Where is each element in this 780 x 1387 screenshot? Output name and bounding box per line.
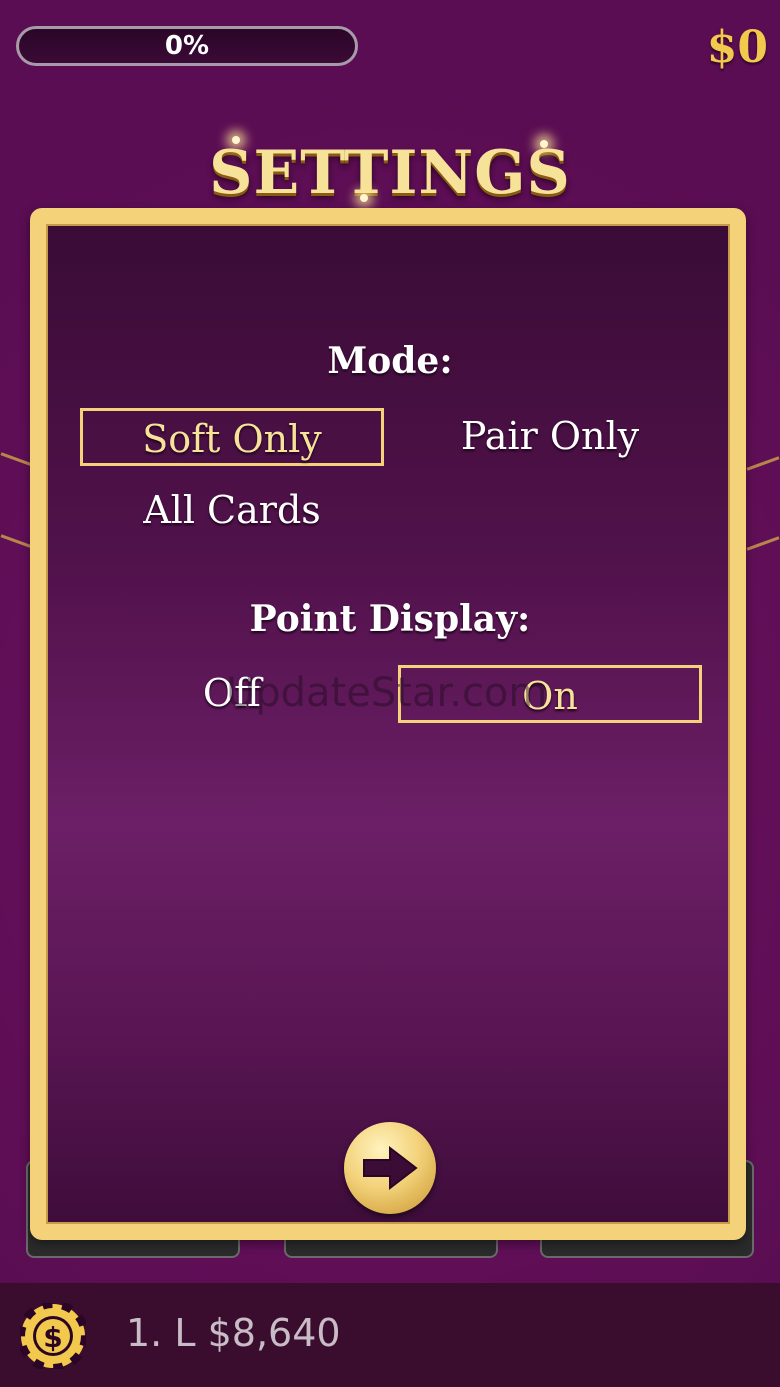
dollar-chip-icon: $ <box>20 1303 86 1369</box>
right-arrow-icon <box>363 1145 418 1191</box>
watermark-text: UpdateStar.com <box>226 670 548 716</box>
money-display: $0 <box>706 22 768 73</box>
settings-title: SETTINGS <box>209 138 571 208</box>
footer-bar: $ 1. L $8,640 <box>0 1283 780 1387</box>
sparkle-icon <box>540 140 548 148</box>
svg-text:$: $ <box>43 1321 62 1354</box>
point-display-heading: Point Display: <box>249 598 531 640</box>
next-button[interactable] <box>344 1122 436 1214</box>
mode-option-pair-only[interactable]: Pair Only <box>398 408 702 466</box>
sparkle-icon <box>360 194 368 202</box>
mode-option-all-cards[interactable]: All Cards <box>80 482 384 540</box>
mode-option-soft-only[interactable]: Soft Only <box>80 408 384 466</box>
leaderboard-text: 1. L $8,640 <box>126 1311 341 1355</box>
progress-label: 0% <box>164 31 210 61</box>
progress-bar: 0% <box>16 26 358 66</box>
mode-heading: Mode: <box>327 340 453 382</box>
sparkle-icon <box>232 136 240 144</box>
